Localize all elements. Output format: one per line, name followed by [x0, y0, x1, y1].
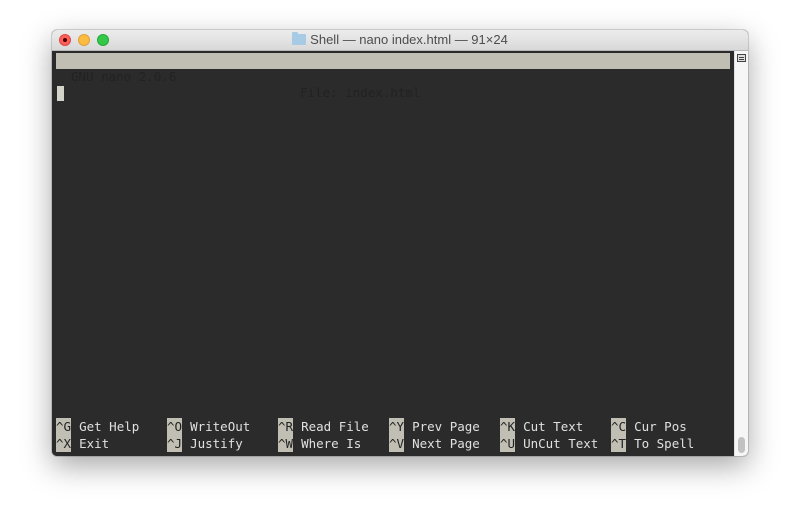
shortcut-label: Where Is: [301, 436, 362, 451]
shortcut-uncut-text[interactable]: ^U UnCut Text: [500, 435, 598, 452]
shortcut-cut-text[interactable]: ^K Cut Text: [500, 418, 583, 435]
nano-file-name: File: index.html: [300, 85, 421, 100]
shortcut-key: ^R: [278, 418, 294, 435]
terminal-window: Shell — nano index.html — 91×24 GNU nano…: [52, 30, 748, 456]
shortcut-prev-page[interactable]: ^Y Prev Page: [389, 418, 480, 435]
nano-version: GNU nano 2.0.6: [71, 69, 177, 84]
shortcut-label: To Spell: [634, 436, 695, 451]
shortcut-writeout[interactable]: ^O WriteOut: [167, 418, 250, 435]
shortcut-exit[interactable]: ^X Exit: [56, 435, 109, 452]
shortcut-key: ^X: [56, 435, 72, 452]
shortcut-label: Cut Text: [523, 419, 584, 434]
shortcut-key: ^T: [611, 435, 627, 452]
shortcut-label: WriteOut: [190, 419, 251, 434]
folder-icon: [292, 32, 307, 45]
title-bar[interactable]: Shell — nano index.html — 91×24: [52, 30, 748, 51]
nano-header-bar: GNU nano 2.0.6 File: index.html: [56, 53, 730, 100]
window-title-text: Shell — nano index.html — 91×24: [310, 32, 508, 47]
shortcut-key: ^Y: [389, 418, 405, 435]
shortcut-label: Read File: [301, 419, 369, 434]
shortcut-label: Cur Pos: [634, 419, 687, 434]
shortcut-cur-pos[interactable]: ^C Cur Pos: [611, 418, 687, 435]
shortcut-label: Next Page: [412, 436, 480, 451]
shortcut-key: ^U: [500, 435, 516, 452]
shortcut-justify[interactable]: ^J Justify: [167, 435, 243, 452]
shortcut-label: Justify: [190, 436, 243, 451]
shortcut-key: ^W: [278, 435, 294, 452]
shortcut-key: ^V: [389, 435, 405, 452]
vertical-scrollbar[interactable]: [734, 51, 748, 456]
shortcut-key: ^K: [500, 418, 516, 435]
window-title: Shell — nano index.html — 91×24: [52, 32, 748, 47]
terminal-content[interactable]: GNU nano 2.0.6 File: index.html ^G Get He…: [52, 51, 734, 456]
shortcut-key: ^O: [167, 418, 183, 435]
shortcut-read-file[interactable]: ^R Read File: [278, 418, 369, 435]
shortcut-key: ^J: [167, 435, 183, 452]
shortcut-next-page[interactable]: ^V Next Page: [389, 435, 480, 452]
text-cursor: [57, 86, 64, 101]
shortcut-key: ^C: [611, 418, 627, 435]
shortcut-label: Prev Page: [412, 419, 480, 434]
shortcut-where-is[interactable]: ^W Where Is: [278, 435, 361, 452]
shortcut-key: ^G: [56, 418, 72, 435]
scrollbar-thumb[interactable]: [738, 437, 745, 453]
shortcut-label: Get Help: [79, 419, 140, 434]
shortcut-label: UnCut Text: [523, 436, 599, 451]
split-pane-icon[interactable]: [737, 54, 746, 62]
shortcut-to-spell[interactable]: ^T To Spell: [611, 435, 694, 452]
shortcut-get-help[interactable]: ^G Get Help: [56, 418, 139, 435]
shortcut-label: Exit: [79, 436, 110, 451]
